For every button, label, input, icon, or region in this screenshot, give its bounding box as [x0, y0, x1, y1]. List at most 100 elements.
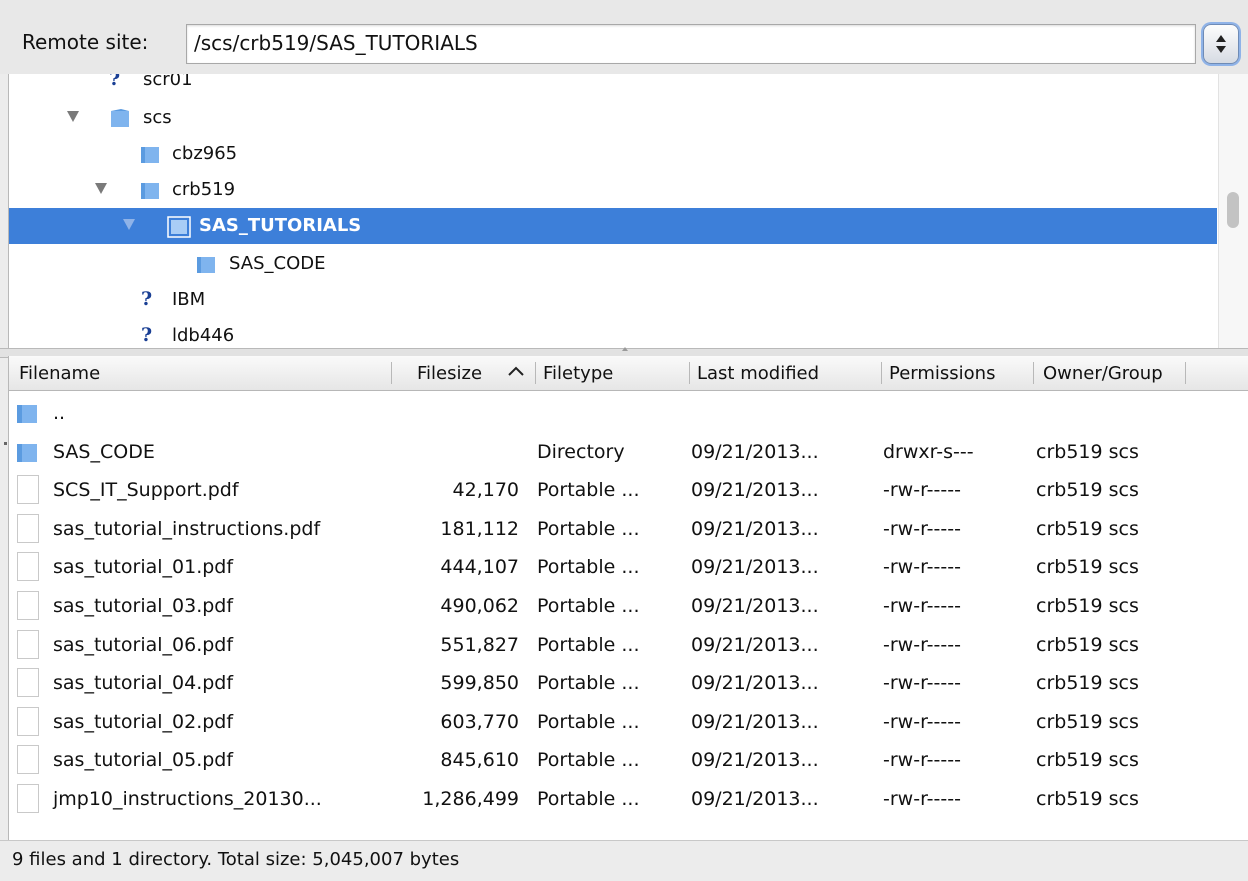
tree-item-sas-tutorials[interactable]: SAS_TUTORIALS: [9, 208, 1217, 244]
file-row[interactable]: jmp10_instructions_20130... 1,286,499 Port…: [9, 780, 1248, 818]
file-row[interactable]: sas_tutorial_02.pdf 603,770 Portable ... 09…: [9, 703, 1248, 741]
file-owner-group: crb519 scs: [1036, 479, 1139, 501]
column-divider[interactable]: [881, 362, 882, 384]
column-header-filename[interactable]: Filename: [19, 363, 100, 384]
file-size: 603,770: [440, 711, 519, 733]
column-header-filesize[interactable]: Filesize: [417, 363, 482, 384]
file-modified: 09/21/2013...: [691, 672, 819, 694]
column-header-filetype[interactable]: Filetype: [543, 363, 613, 384]
folder-icon: [17, 444, 37, 462]
file-row[interactable]: SAS_CODE Directory 09/21/2013... drwxr-s---…: [9, 433, 1248, 471]
file-type: Portable ...: [537, 479, 640, 501]
file-type: Portable ...: [537, 556, 640, 578]
file-name: sas_tutorial_04.pdf: [53, 672, 234, 694]
file-modified: 09/21/2013...: [691, 595, 819, 617]
file-owner-group: crb519 scs: [1036, 788, 1139, 810]
folder-icon: [141, 183, 159, 199]
file-row[interactable]: ..: [9, 394, 1248, 432]
tree-scroll-thumb[interactable]: [1227, 192, 1239, 228]
file-owner-group: crb519 scs: [1036, 749, 1139, 771]
document-icon: [17, 514, 39, 543]
disclosure-expanded-icon[interactable]: [67, 111, 79, 122]
up-down-arrows-icon: [1216, 35, 1226, 53]
file-name: SCS_IT_Support.pdf: [53, 479, 239, 501]
file-size: 444,107: [440, 556, 519, 578]
file-type: Portable ...: [537, 518, 640, 540]
disclosure-expanded-icon[interactable]: [123, 219, 135, 230]
file-permissions: -rw-r-----: [883, 634, 961, 656]
document-icon: [17, 707, 39, 736]
question-mark-icon: ?: [109, 74, 121, 90]
status-bar: 9 files and 1 directory. Total size: 5,0…: [0, 840, 1248, 881]
file-name: sas_tutorial_06.pdf: [53, 634, 234, 656]
file-type: Portable ...: [537, 595, 640, 617]
file-name: sas_tutorial_01.pdf: [53, 556, 234, 578]
tree-item-ibm[interactable]: ? IBM: [9, 282, 1217, 318]
disclosure-expanded-icon[interactable]: [95, 183, 107, 194]
file-permissions: -rw-r-----: [883, 788, 961, 810]
file-permissions: -rw-r-----: [883, 672, 961, 694]
column-header-owner-group[interactable]: Owner/Group: [1043, 363, 1163, 384]
file-modified: 09/21/2013...: [691, 556, 819, 578]
file-name: sas_tutorial_05.pdf: [53, 749, 234, 771]
file-owner-group: crb519 scs: [1036, 595, 1139, 617]
remote-file-list: Filename Filesize Filetype Last modified…: [8, 356, 1248, 840]
column-divider[interactable]: [391, 362, 392, 384]
file-row[interactable]: sas_tutorial_06.pdf 551,827 Portable ... 09…: [9, 626, 1248, 664]
document-icon: [17, 630, 39, 659]
column-divider[interactable]: [1033, 362, 1034, 384]
folder-icon: [17, 405, 37, 423]
file-row[interactable]: sas_tutorial_05.pdf 845,610 Portable ... 09…: [9, 741, 1248, 779]
file-size: 181,112: [440, 518, 519, 540]
file-permissions: drwxr-s---: [883, 441, 974, 463]
file-type: Portable ...: [537, 711, 640, 733]
file-row[interactable]: sas_tutorial_instructions.pdf 181,112 Port…: [9, 510, 1248, 548]
file-size: 845,610: [440, 749, 519, 771]
tree-item-ldb446[interactable]: ? ldb446: [9, 318, 1217, 348]
file-name: sas_tutorial_instructions.pdf: [53, 518, 321, 540]
file-type: Portable ...: [537, 634, 640, 656]
column-header-last-modified[interactable]: Last modified: [697, 363, 819, 384]
document-icon: [17, 591, 39, 620]
sort-ascending-icon: [508, 366, 524, 376]
folder-icon: [167, 216, 191, 238]
column-header-permissions[interactable]: Permissions: [889, 363, 995, 384]
file-size: 1,286,499: [422, 788, 519, 810]
file-size: 490,062: [440, 595, 519, 617]
tree-item-scs[interactable]: scs: [9, 100, 1217, 136]
file-permissions: -rw-r-----: [883, 595, 961, 617]
file-row[interactable]: sas_tutorial_01.pdf 444,107 Portable ... 09…: [9, 548, 1248, 586]
file-row[interactable]: sas_tutorial_03.pdf 490,062 Portable ... 09…: [9, 587, 1248, 625]
file-type: Portable ...: [537, 788, 640, 810]
file-owner-group: crb519 scs: [1036, 634, 1139, 656]
resize-marker: [4, 442, 7, 445]
file-permissions: -rw-r-----: [883, 479, 961, 501]
column-divider[interactable]: [689, 362, 690, 384]
file-permissions: -rw-r-----: [883, 556, 961, 578]
remote-directory-tree: ? scr01 scs cbz965 crb519 SAS_TUTORIALS: [8, 74, 1248, 348]
file-owner-group: crb519 scs: [1036, 518, 1139, 540]
tree-item-crb519[interactable]: crb519: [9, 172, 1217, 208]
file-row[interactable]: SCS_IT_Support.pdf 42,170 Portable ... 09/2…: [9, 471, 1248, 509]
question-mark-icon: ?: [141, 324, 153, 346]
tree-item-cbz965[interactable]: cbz965: [9, 136, 1217, 172]
document-icon: [17, 784, 39, 813]
file-modified: 09/21/2013...: [691, 441, 819, 463]
file-type: Portable ...: [537, 672, 640, 694]
question-mark-icon: ?: [141, 288, 153, 310]
file-name: jmp10_instructions_20130...: [53, 788, 322, 810]
file-row[interactable]: sas_tutorial_04.pdf 599,850 Portable ... 09…: [9, 664, 1248, 702]
document-icon: [17, 552, 39, 581]
tree-item-scr01[interactable]: ? scr01: [9, 74, 1217, 98]
file-size: 599,850: [440, 672, 519, 694]
column-divider[interactable]: [1185, 362, 1186, 384]
tree-vertical-scrollbar[interactable]: [1218, 74, 1248, 348]
file-owner-group: crb519 scs: [1036, 441, 1139, 463]
tree-item-sas-code[interactable]: SAS_CODE: [9, 246, 1217, 282]
remote-path-input[interactable]: /scs/crb519/SAS_TUTORIALS: [186, 24, 1196, 64]
remote-site-bar: Remote site: /scs/crb519/SAS_TUTORIALS: [0, 0, 1248, 74]
file-name: SAS_CODE: [53, 441, 155, 463]
path-history-dropdown-button[interactable]: [1203, 24, 1239, 64]
file-type: Portable ...: [537, 749, 640, 771]
column-divider[interactable]: [535, 362, 536, 384]
